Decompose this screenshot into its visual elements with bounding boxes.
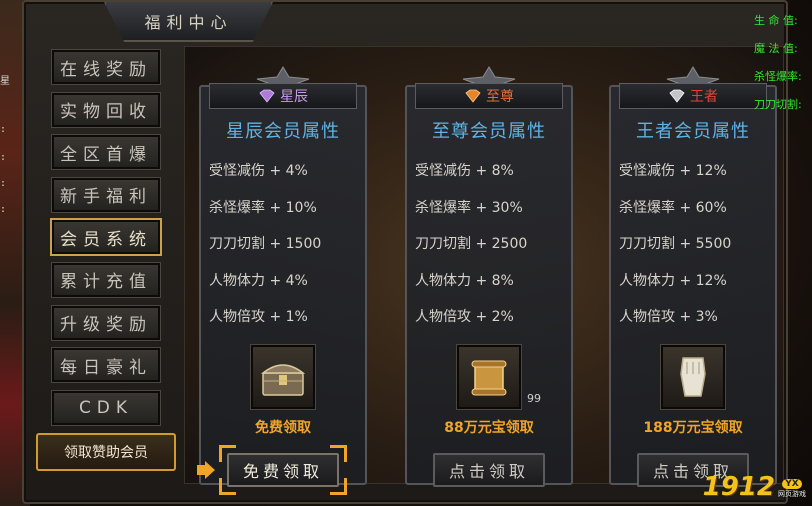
- rank-gem-icon: [465, 89, 481, 103]
- nav-item-cumulative-recharge[interactable]: 累计充值: [51, 261, 161, 298]
- price-label: 188万元宝领取: [643, 420, 743, 436]
- attribute-list: 受怪减伤 + 12% 杀怪爆率 + 60% 刀刀切割 + 5500 人物体力 +…: [619, 153, 769, 336]
- hud-stat-cleave: 刀刀切割:: [754, 98, 802, 111]
- price-label: 免费领取: [255, 420, 311, 436]
- scene-text: 星: [0, 76, 10, 87]
- logo-side: YX 网页游戏: [778, 479, 806, 499]
- nav-item-newbie-welfare[interactable]: 新手福利: [51, 176, 161, 213]
- site-logo: 1912 YX 网页游戏: [703, 472, 806, 502]
- side-nav: 在线奖励 实物回收 全区首爆 新手福利 会员系统 累计充值 升级奖励 每日豪礼 …: [50, 49, 162, 433]
- gauntlet-icon: [680, 357, 706, 397]
- logo-number: 1912: [702, 472, 775, 502]
- highlight-corner: [219, 478, 236, 495]
- nav-item-item-recycle[interactable]: 实物回收: [51, 91, 161, 128]
- logo-badge: YX: [782, 479, 802, 489]
- price-label: 88万元宝领取: [444, 420, 534, 436]
- rank-gem-icon: [259, 89, 275, 103]
- attribute-item: 受怪减伤 + 8%: [415, 163, 514, 179]
- item-count: 99: [527, 392, 541, 405]
- attribute-item: 杀怪爆率 + 10%: [209, 199, 317, 216]
- claim-button-label: 免费领取: [242, 462, 323, 481]
- reward-item-slot[interactable]: 99: [456, 344, 541, 410]
- free-claim-button[interactable]: 免费领取: [197, 445, 347, 495]
- attribute-item: 人物体力 + 4%: [209, 272, 308, 289]
- attribute-item: 杀怪爆率 + 60%: [619, 199, 727, 216]
- member-card-zhizun: 至尊 至尊会员属性 受怪减伤 + 8% 杀怪爆率 + 30% 刀刀切割 + 25…: [405, 65, 573, 487]
- logo-subtitle: 网页游戏: [778, 490, 806, 498]
- nav-item-level-reward[interactable]: 升级奖励: [51, 304, 161, 341]
- attribute-item: 人物体力 + 12%: [619, 272, 727, 289]
- hud-stat-hp: 生 命 值:: [754, 14, 798, 27]
- member-card-xingchen: 星辰 星辰会员属性 受怪减伤 + 4% 杀怪爆率 + 10% 刀刀切割 + 15…: [197, 65, 367, 495]
- hud-stat-drop-rate: 杀怪爆率:: [754, 70, 802, 83]
- highlight-corner: [330, 478, 347, 495]
- treasure-chest-icon: [260, 364, 306, 396]
- reward-item-slot[interactable]: [250, 344, 316, 410]
- attribute-list: 受怪减伤 + 8% 杀怪爆率 + 30% 刀刀切割 + 2500 人物体力 + …: [415, 153, 565, 336]
- scene-text: :: [0, 152, 7, 163]
- claim-sponsor-member-button[interactable]: 领取赞助会员: [36, 433, 176, 471]
- rank-gem-icon: [669, 89, 685, 103]
- highlight-corner: [330, 445, 347, 462]
- attribute-item: 人物倍攻 + 1%: [209, 309, 308, 326]
- attribute-item: 刀刀切割 + 2500: [415, 236, 528, 253]
- nav-item-server-first-drop[interactable]: 全区首爆: [51, 134, 161, 171]
- panel-title-bar: 福利中心: [104, 2, 273, 42]
- membership-content: 星辰 星辰会员属性 受怪减伤 + 4% 杀怪爆率 + 10% 刀刀切割 + 15…: [184, 46, 784, 495]
- reward-item-slot[interactable]: [660, 344, 726, 410]
- claim-button[interactable]: 点击领取: [433, 453, 545, 487]
- attribute-list: 受怪减伤 + 4% 杀怪爆率 + 10% 刀刀切割 + 1500 人物体力 + …: [209, 153, 359, 336]
- scene-text: :: [0, 124, 7, 135]
- welfare-center-panel: 福利中心 在线奖励 实物回收 全区首爆 新手福利 会员系统 累计充值 升级奖励 …: [22, 0, 788, 504]
- pointer-arrow-icon: [197, 461, 215, 479]
- attribute-item: 刀刀切割 + 1500: [209, 236, 322, 253]
- panel-title: 福利中心: [144, 13, 233, 32]
- scroll-icon: [471, 360, 507, 396]
- attribute-item: 刀刀切割 + 5500: [619, 236, 732, 253]
- rank-name-plate: 王者: [619, 83, 767, 109]
- scene-text: :: [0, 204, 7, 215]
- attribute-item: 受怪减伤 + 4%: [209, 163, 308, 179]
- nav-item-daily-gift[interactable]: 每日豪礼: [51, 347, 161, 384]
- card-title: 星辰会员属性: [226, 121, 340, 142]
- nav-item-cdk[interactable]: CDK: [51, 389, 161, 426]
- card-title: 至尊会员属性: [432, 121, 546, 142]
- rank-name-plate: 至尊: [415, 83, 563, 109]
- attribute-item: 人物倍攻 + 2%: [415, 309, 514, 326]
- rank-name: 至尊: [486, 89, 514, 105]
- nav-item-online-reward[interactable]: 在线奖励: [51, 49, 161, 85]
- hud-stats: 生 命 值: 魔 法 值: 杀怪爆率: 刀刀切割:: [754, 12, 812, 124]
- highlight-corner: [219, 445, 236, 462]
- attribute-item: 受怪减伤 + 12%: [619, 163, 727, 179]
- member-card-wangzhe: 王者 王者会员属性 受怪减伤 + 12% 杀怪爆率 + 60% 刀刀切割 + 5…: [609, 65, 777, 487]
- hud-stat-mp: 魔 法 值:: [754, 42, 798, 55]
- rank-name: 星辰: [280, 89, 308, 105]
- attribute-item: 杀怪爆率 + 30%: [415, 199, 523, 216]
- attribute-item: 人物体力 + 8%: [415, 272, 514, 289]
- rank-name-plate: 星辰: [209, 83, 357, 109]
- card-title: 王者会员属性: [636, 121, 750, 142]
- scene-text: :: [0, 178, 7, 189]
- rank-name: 王者: [690, 89, 718, 105]
- attribute-item: 人物倍攻 + 3%: [619, 309, 718, 326]
- nav-item-membership[interactable]: 会员系统: [50, 218, 162, 257]
